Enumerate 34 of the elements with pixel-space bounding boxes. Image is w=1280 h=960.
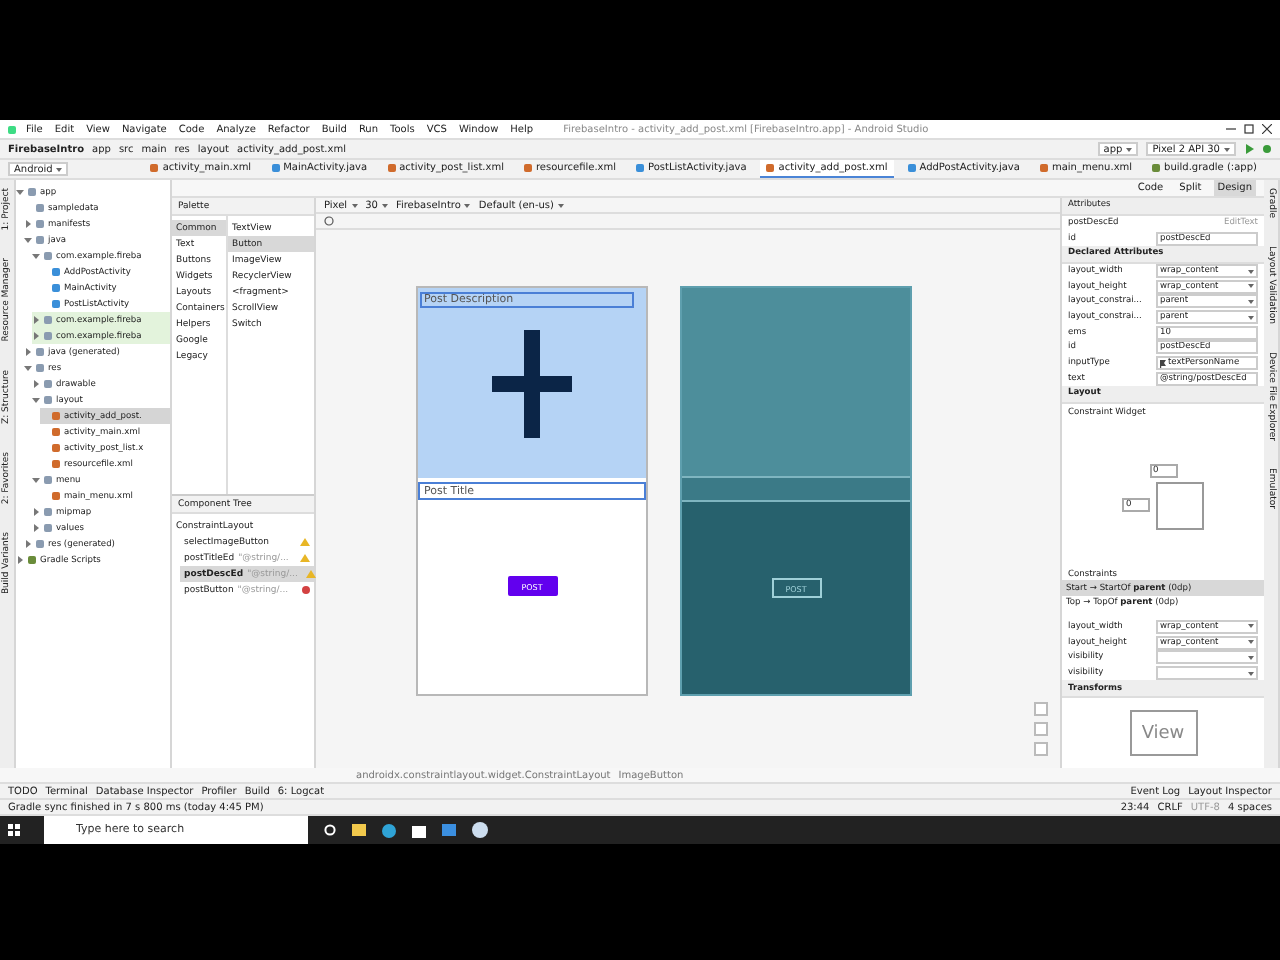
constraint-widget[interactable] [1156, 481, 1204, 530]
attribute-field[interactable] [1156, 666, 1258, 680]
dropdown-caret-icon [351, 203, 358, 207]
collapsed-caret-icon[interactable] [32, 380, 40, 388]
flag-icon [1160, 359, 1166, 368]
dropdown-caret-icon [1248, 640, 1254, 645]
maximize-icon[interactable] [1244, 124, 1254, 134]
dropdown-caret-icon [56, 167, 63, 171]
dropdown-caret-icon [1248, 315, 1254, 320]
view-preview: View [1129, 710, 1197, 757]
dropdown-caret-icon [1248, 269, 1254, 274]
collapsed-caret-icon[interactable] [24, 220, 32, 228]
expanded-caret-icon[interactable] [16, 188, 24, 196]
dropdown-caret-icon [1248, 624, 1254, 629]
expanded-caret-icon[interactable] [32, 396, 40, 404]
dropdown-caret-icon [558, 203, 564, 207]
blueprint-title-field[interactable] [682, 478, 910, 502]
expanded-caret-icon[interactable] [32, 476, 40, 484]
attribute-field[interactable] [1156, 650, 1258, 665]
dropdown-caret-icon [1248, 299, 1254, 304]
close-icon[interactable] [1262, 124, 1272, 134]
dropdown-caret-icon [1248, 671, 1254, 675]
task-view-icon[interactable] [324, 824, 336, 836]
minimize-icon[interactable] [1226, 124, 1236, 134]
dropdown-caret-icon [1224, 147, 1230, 151]
dropdown-caret-icon [1126, 147, 1133, 151]
dropdown-caret-icon [1248, 655, 1254, 660]
expanded-caret-icon[interactable] [24, 364, 32, 372]
debug-icon[interactable] [1262, 144, 1272, 154]
dropdown-caret-icon [464, 203, 471, 207]
dropdown-caret-icon [1248, 284, 1254, 289]
dropdown-caret-icon [381, 203, 388, 207]
plus-icon [492, 329, 572, 437]
run-icon[interactable] [1244, 144, 1254, 154]
